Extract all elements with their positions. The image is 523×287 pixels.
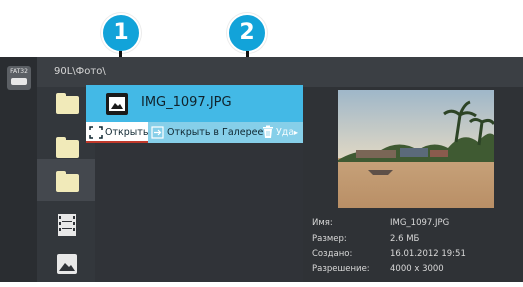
delete-label: Уда bbox=[276, 127, 295, 138]
current-path: 90L\Фото\ bbox=[54, 66, 106, 77]
detail-resolution-value: 4000 x 3000 bbox=[390, 264, 444, 274]
folder-icon bbox=[56, 171, 79, 192]
picture-icon bbox=[57, 254, 77, 274]
open-button[interactable]: Открыть bbox=[86, 122, 148, 143]
detail-size-value: 2.6 МБ bbox=[390, 234, 420, 244]
open-label: Открыть bbox=[105, 127, 149, 138]
detail-name-key: Имя: bbox=[312, 218, 333, 228]
photo-preview bbox=[338, 90, 494, 208]
callout-1: 1 bbox=[101, 13, 141, 53]
video-category[interactable] bbox=[37, 204, 95, 246]
gallery-open-icon bbox=[151, 126, 164, 139]
callout-2: 2 bbox=[227, 13, 267, 53]
storage-badge[interactable]: FAT32 bbox=[7, 66, 31, 90]
callout-2-label: 2 bbox=[239, 20, 255, 45]
selected-file-row[interactable]: IMG_1097.JPG bbox=[86, 85, 303, 122]
folder-icon bbox=[56, 137, 79, 158]
detail-created-value: 16.01.2012 19:51 bbox=[390, 249, 466, 259]
film-icon bbox=[58, 214, 76, 236]
open-in-gallery-label: Открыть в Галерее bbox=[167, 127, 264, 138]
detail-created-key: Создано: bbox=[312, 249, 353, 259]
drive-icon bbox=[11, 78, 27, 85]
open-in-gallery-button[interactable]: Открыть в Галерее bbox=[148, 122, 264, 143]
open-icon bbox=[89, 126, 103, 139]
image-file-icon-shape bbox=[109, 97, 125, 111]
file-actions-bar: Открыть Открыть в Галерее Уда ▸ bbox=[86, 122, 303, 143]
callout-1-label: 1 bbox=[113, 20, 129, 45]
path-bar: 90L\Фото\ bbox=[0, 57, 523, 87]
detail-size-key: Размер: bbox=[312, 234, 347, 244]
beach-photo-image bbox=[338, 90, 494, 208]
folder-icon bbox=[56, 93, 79, 114]
folder-item-selected[interactable] bbox=[37, 159, 95, 201]
file-name: IMG_1097.JPG bbox=[141, 95, 232, 110]
detail-resolution-key: Разрешение: bbox=[312, 264, 370, 274]
picture-icon-shape bbox=[59, 263, 75, 271]
image-category[interactable] bbox=[37, 245, 95, 287]
storage-label: FAT32 bbox=[10, 68, 28, 75]
delete-button[interactable]: Уда ▸ bbox=[260, 122, 303, 143]
storage-strip bbox=[0, 57, 37, 282]
more-actions-chevron-icon[interactable]: ▸ bbox=[294, 122, 298, 143]
detail-name-value: IMG_1097.JPG bbox=[390, 218, 450, 228]
trash-icon bbox=[263, 125, 273, 138]
image-file-icon bbox=[106, 93, 128, 115]
